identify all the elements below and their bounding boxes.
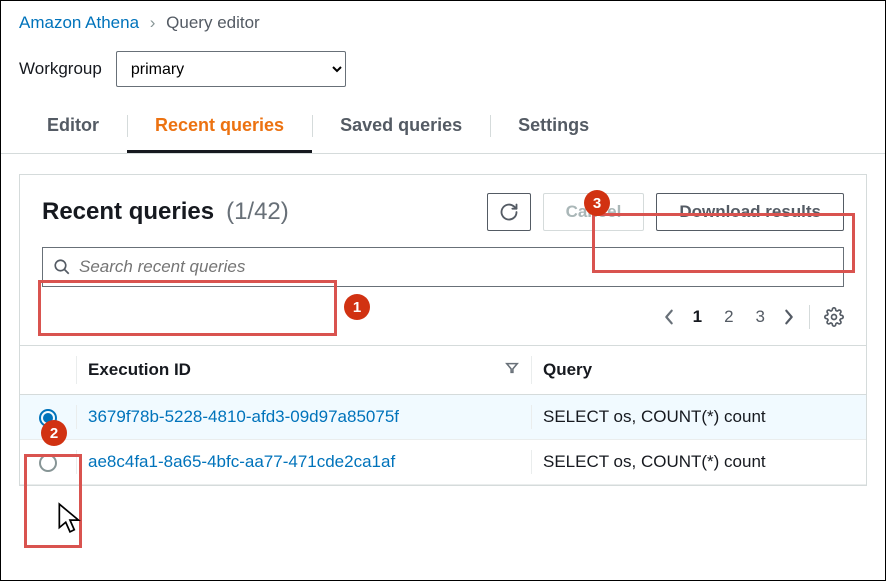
recent-queries-panel: Recent queries (1/42) Cancel Download re… [19,174,867,486]
col-execution-id-label: Execution ID [88,360,191,380]
execution-id-link[interactable]: 3679f78b-5228-4810-afd3-09d97a85075f [88,407,399,426]
cancel-button[interactable]: Cancel [543,193,645,231]
panel-count: (1/42) [226,198,289,226]
row-radio[interactable] [39,454,57,472]
refresh-icon [499,202,519,222]
next-page-button[interactable] [783,308,795,326]
col-execution-id[interactable]: Execution ID [76,346,531,395]
refresh-button[interactable] [487,193,531,231]
tab-recent-queries[interactable]: Recent queries [127,101,312,153]
download-results-button[interactable]: Download results [656,193,844,231]
filter-icon[interactable] [505,360,519,380]
page-2[interactable]: 2 [720,307,737,327]
breadcrumb-current: Query editor [166,13,260,32]
pager: 1 2 3 [20,301,866,345]
tab-editor[interactable]: Editor [19,101,127,153]
query-cell: SELECT os, COUNT(*) count [531,395,866,440]
workgroup-select[interactable]: primary [116,51,346,87]
col-select [20,346,76,395]
query-cell: SELECT os, COUNT(*) count [531,440,866,485]
cursor-icon [57,502,83,534]
tab-settings[interactable]: Settings [490,101,617,153]
breadcrumb: Amazon Athena › Query editor [1,1,885,43]
breadcrumb-root-link[interactable]: Amazon Athena [19,13,139,32]
search-box [42,247,844,287]
search-icon [53,258,71,276]
page-1[interactable]: 1 [689,307,706,327]
table-row[interactable]: 3679f78b-5228-4810-afd3-09d97a85075f SEL… [20,395,866,440]
pager-divider [809,305,810,329]
row-radio[interactable] [39,409,57,427]
table-row[interactable]: ae8c4fa1-8a65-4bfc-aa77-471cde2ca1af SEL… [20,440,866,485]
page-3[interactable]: 3 [752,307,769,327]
execution-id-link[interactable]: ae8c4fa1-8a65-4bfc-aa77-471cde2ca1af [88,452,395,471]
tab-saved-queries[interactable]: Saved queries [312,101,490,153]
gear-icon [824,307,844,327]
prev-page-button[interactable] [663,308,675,326]
col-query[interactable]: Query [531,346,866,395]
workgroup-label: Workgroup [19,59,102,79]
chevron-right-icon: › [150,13,156,32]
recent-queries-table: Execution ID Query 3679f78b-5228-4810-af… [20,345,866,485]
tabs: Editor Recent queries Saved queries Sett… [1,101,885,154]
settings-gear-button[interactable] [824,307,844,327]
panel-title: Recent queries [42,198,214,226]
search-input[interactable] [79,257,833,277]
